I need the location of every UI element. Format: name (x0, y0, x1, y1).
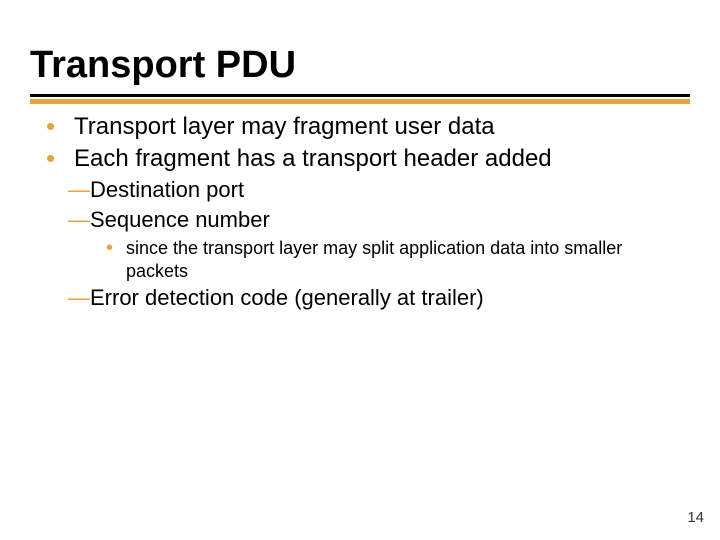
title-underline-black (30, 94, 690, 97)
title-underline-orange (30, 99, 690, 104)
bullet-text: Each fragment has a transport header add… (74, 145, 552, 172)
sub-bullet-item: —Destination port (68, 176, 686, 204)
sub-sub-bullet-text: since the transport layer may split appl… (126, 238, 622, 281)
slide-title: Transport PDU (30, 46, 690, 86)
sub-bullet-text: Sequence number (90, 207, 270, 232)
bullet-icon: • (106, 238, 113, 258)
dash-icon: — (68, 284, 86, 312)
sub-bullet-text: Error detection code (generally at trail… (90, 285, 484, 310)
dash-icon: — (68, 176, 86, 204)
slide-body: • Transport layer may fragment user data… (46, 112, 686, 312)
sub-bullet-item: —Sequence number (68, 206, 686, 234)
bullet-icon: • (46, 113, 55, 139)
sub-bullet-text: Destination port (90, 177, 244, 202)
sub-bullet-item: —Error detection code (generally at trai… (68, 284, 686, 312)
page-number: 14 (687, 509, 704, 526)
bullet-item: • Each fragment has a transport header a… (46, 144, 686, 174)
bullet-icon: • (46, 145, 55, 171)
bullet-text: Transport layer may fragment user data (74, 113, 495, 140)
slide: Transport PDU • Transport layer may frag… (0, 0, 720, 540)
dash-icon: — (68, 206, 86, 234)
sub-sub-bullet-item: • since the transport layer may split ap… (106, 237, 686, 282)
bullet-item: • Transport layer may fragment user data (46, 112, 686, 142)
